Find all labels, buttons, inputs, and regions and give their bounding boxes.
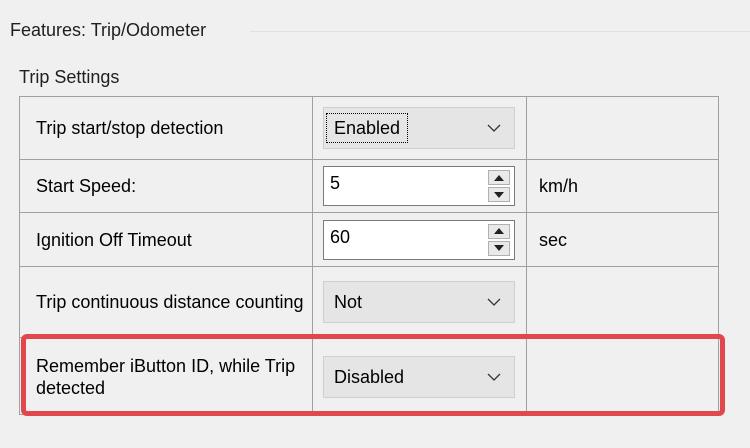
setting-unit-cell: km/h xyxy=(527,160,718,212)
setting-control-cell: Enabled xyxy=(313,97,527,159)
spin-up-arrow-icon[interactable] xyxy=(488,223,510,239)
setting-control-cell: 5 xyxy=(313,160,527,212)
setting-label-text: Trip start/stop detection xyxy=(36,118,224,138)
settings-row-continuous-distance: Trip continuous distance counting Not xyxy=(20,267,718,338)
highlight-box xyxy=(21,334,725,416)
dropdown-value: Not xyxy=(334,292,363,312)
spinner-value: 60 xyxy=(330,226,351,247)
spinner-value: 5 xyxy=(330,173,341,193)
setting-label-text: Trip continuous distance counting xyxy=(36,292,304,312)
group-title: Features: Trip/Odometer xyxy=(10,19,213,41)
dropdown-value: Enabled xyxy=(325,113,409,143)
setting-unit-text: km/h xyxy=(539,176,579,196)
setting-label: Ignition Off Timeout xyxy=(20,213,313,266)
setting-control-cell: 60 xyxy=(313,213,527,266)
setting-label-text: Ignition Off Timeout xyxy=(36,229,192,250)
chevron-down-icon xyxy=(486,294,502,310)
setting-unit-cell xyxy=(527,267,718,337)
group-divider xyxy=(250,31,750,32)
setting-label: Trip start/stop detection xyxy=(20,97,313,159)
start-speed-spinner[interactable]: 5 xyxy=(323,166,515,206)
setting-label: Start Speed: xyxy=(20,160,313,212)
section-title: Trip Settings xyxy=(19,67,120,87)
setting-label-text: Start Speed: xyxy=(36,176,137,196)
trip-start-stop-dropdown[interactable]: Enabled xyxy=(323,107,515,149)
setting-unit-text: sec xyxy=(539,229,568,250)
ignition-off-timeout-spinner[interactable]: 60 xyxy=(323,219,515,260)
continuous-distance-dropdown[interactable]: Not xyxy=(323,281,515,323)
spin-up-arrow-icon[interactable] xyxy=(488,170,510,185)
chevron-down-icon xyxy=(486,120,502,136)
spinner-arrows xyxy=(488,223,510,256)
settings-row-start-speed: Start Speed: 5 km/h xyxy=(20,160,718,213)
spin-down-arrow-icon[interactable] xyxy=(488,187,510,202)
setting-label: Trip continuous distance counting xyxy=(20,267,313,337)
setting-control-cell: Not xyxy=(313,267,527,337)
setting-unit-cell: sec xyxy=(527,213,718,266)
settings-row-ignition-timeout: Ignition Off Timeout 60 sec xyxy=(20,213,718,267)
setting-unit-cell xyxy=(527,97,718,159)
settings-row-trip-start-stop: Trip start/stop detection Enabled xyxy=(20,97,718,160)
spinner-arrows xyxy=(488,170,510,202)
spin-down-arrow-icon[interactable] xyxy=(488,240,510,256)
